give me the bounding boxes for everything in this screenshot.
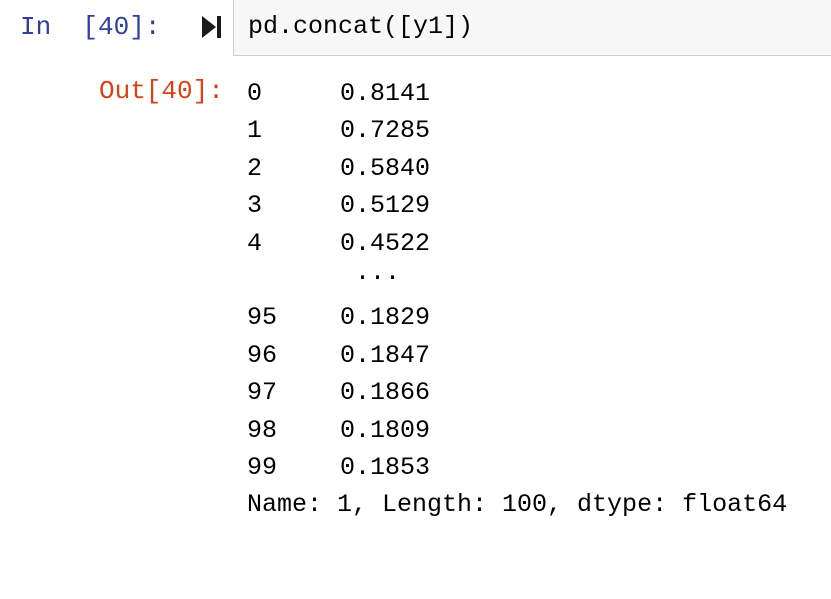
code-text[interactable]: pd.concat([y1]) (248, 10, 473, 44)
series-row: 2 0.5840 (247, 150, 430, 187)
series-row: 95 0.1829 (247, 299, 430, 336)
row-index: 99 (247, 452, 278, 482)
row-index: 97 (247, 378, 278, 408)
series-row: 1 0.7285 (247, 112, 430, 149)
series-output: 0 0.8141 1 0.7285 2 0.5840 3 0.5129 4 0.… (247, 75, 430, 486)
series-row: 96 0.1847 (247, 337, 430, 374)
series-row: 3 0.5129 (247, 187, 430, 224)
row-value: 0.1853 (340, 452, 431, 482)
ellipsis-row: ... (247, 258, 400, 299)
row-value: 0.1847 (340, 340, 431, 370)
row-index: 3 (247, 191, 263, 221)
series-row: 4 0.4522 (247, 225, 430, 262)
series-row: 98 0.1809 (247, 412, 430, 449)
series-footer: Name: 1, Length: 100, dtype: float64 (247, 490, 788, 519)
row-index: 98 (247, 415, 278, 445)
row-index: 2 (247, 153, 263, 183)
series-row: 99 0.1853 (247, 449, 430, 486)
row-value: 0.8141 (340, 79, 431, 108)
series-row: 97 0.1866 (247, 374, 430, 411)
output-prompt: Out[40]: (99, 76, 224, 106)
run-cell-icon[interactable] (201, 14, 223, 40)
row-index: 95 (247, 303, 278, 333)
row-index: 1 (247, 116, 263, 146)
row-value: 0.1829 (340, 303, 431, 333)
row-value: 0.5840 (340, 153, 431, 183)
series-row: 0 0.8141 (247, 75, 430, 112)
row-index: 96 (247, 340, 278, 370)
row-value: 0.5129 (340, 191, 431, 221)
ellipsis: ... (355, 257, 401, 287)
row-value: 0.1866 (340, 378, 431, 408)
input-prompt: In [40]: (20, 12, 161, 42)
row-index: 4 (247, 228, 263, 258)
row-index: 0 (247, 79, 263, 108)
row-value: 0.1809 (340, 415, 431, 445)
code-input-area[interactable]: pd.concat([y1]) (233, 0, 831, 56)
row-value: 0.7285 (340, 116, 431, 146)
